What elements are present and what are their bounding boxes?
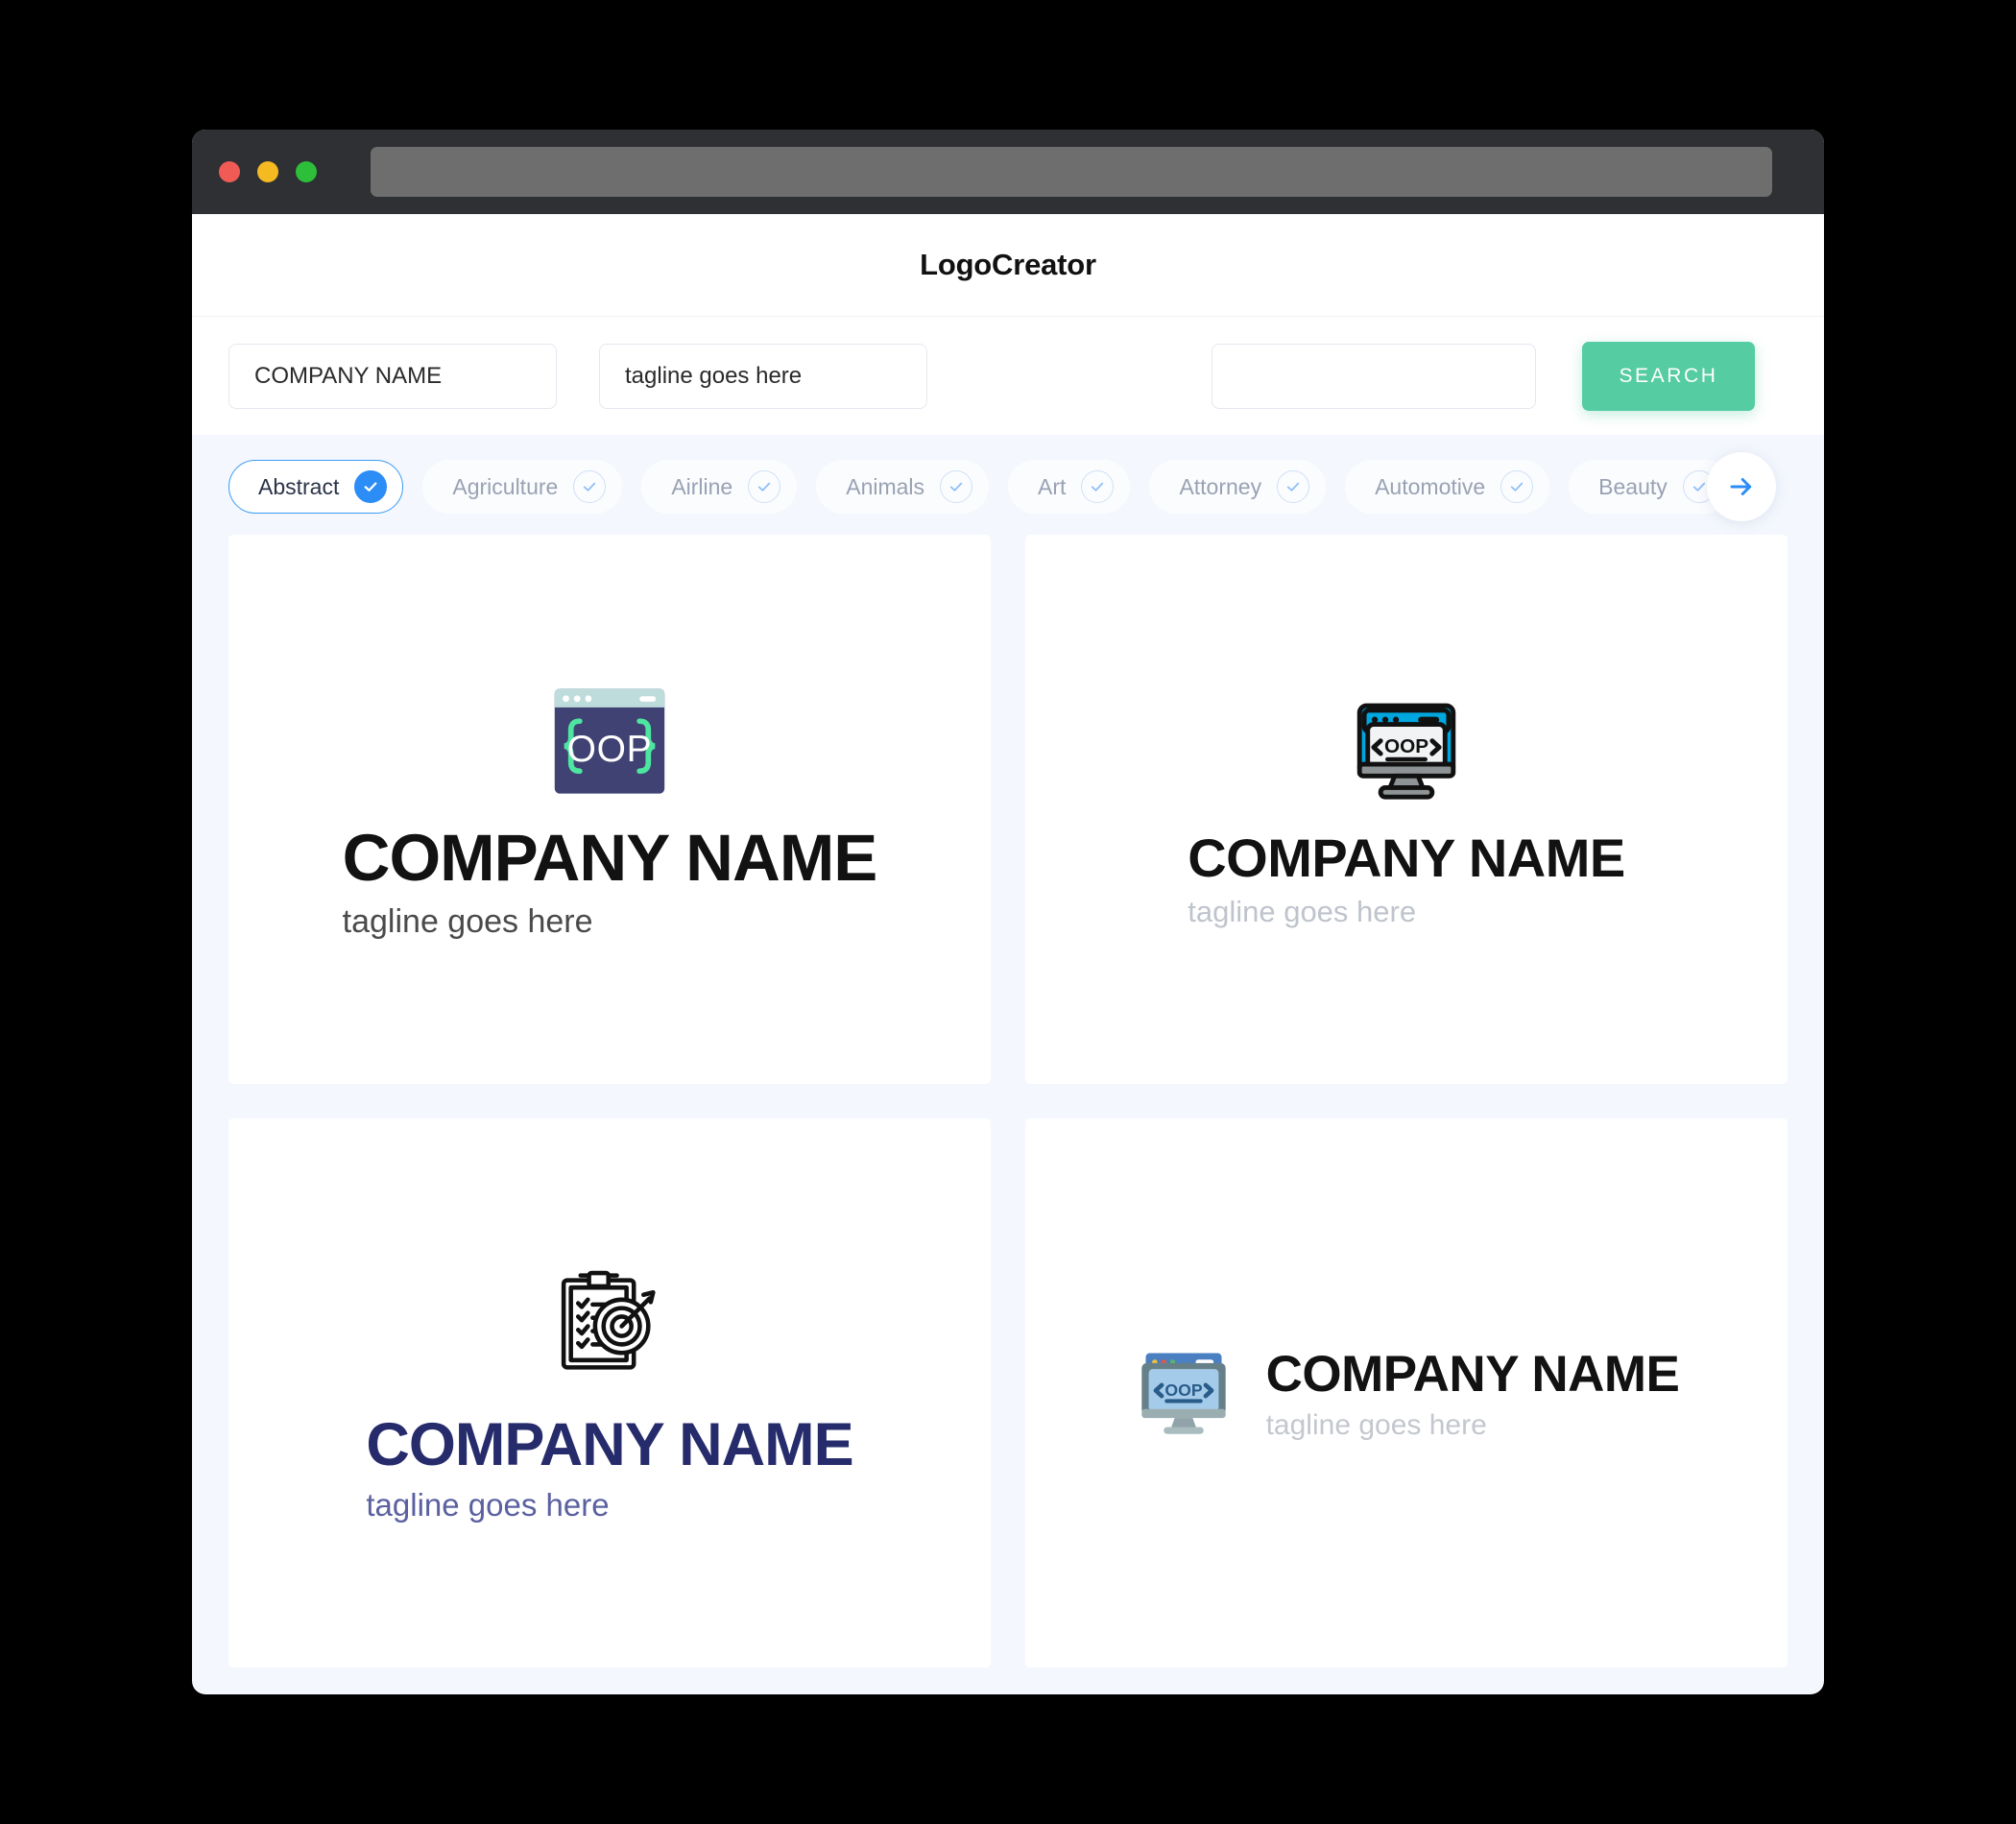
category-chip-label: Airline xyxy=(671,473,733,499)
check-icon xyxy=(584,482,596,492)
page-title: LogoCreator xyxy=(920,248,1096,281)
check-icon xyxy=(365,482,377,492)
category-chip-animals[interactable]: Animals xyxy=(816,460,990,514)
next-categories-button[interactable] xyxy=(1707,452,1776,521)
logo-preview: OOP COMPANY NAME tagline goes here xyxy=(1134,1341,1680,1446)
tagline-input[interactable] xyxy=(599,343,927,409)
clipboard-target-icon xyxy=(549,1263,670,1389)
arrow-right-icon xyxy=(1730,478,1752,495)
keyword-input[interactable] xyxy=(1212,343,1536,409)
category-chip-label: Automotive xyxy=(1375,473,1486,499)
logo-results-grid: OOP COMPANY NAME tagline goes here OOP C… xyxy=(192,535,1824,1694)
category-chip-airline[interactable]: Airline xyxy=(641,460,798,514)
flat-monitor-oop-icon: OOP xyxy=(1134,1341,1234,1446)
browser-window-oop-icon: OOP xyxy=(547,679,672,808)
logo-tagline: tagline goes here xyxy=(366,1486,610,1523)
logo-preview: OOP COMPANY NAME tagline goes here xyxy=(343,679,877,941)
category-chip-abstract[interactable]: Abstract xyxy=(228,460,404,514)
logo-tagline: tagline goes here xyxy=(1265,1408,1487,1441)
category-chip-label: Attorney xyxy=(1179,473,1262,499)
logo-preview: COMPANY NAME tagline goes here xyxy=(366,1263,854,1524)
logo-company-name: COMPANY NAME xyxy=(1265,1345,1680,1403)
logo-card[interactable]: OOP COMPANY NAME tagline goes here xyxy=(228,535,991,1084)
category-chip-check[interactable] xyxy=(940,470,973,503)
logo-company-name: COMPANY NAME xyxy=(366,1410,853,1478)
logo-card[interactable]: OOP COMPANY NAME tagline goes here xyxy=(1025,535,1788,1084)
search-toolbar: SEARCH xyxy=(192,316,1824,435)
category-chip-label: Agriculture xyxy=(452,473,559,499)
browser-titlebar xyxy=(192,130,1824,214)
check-icon xyxy=(949,482,963,492)
category-chip-agriculture[interactable]: Agriculture xyxy=(422,460,623,514)
category-chip-automotive[interactable]: Automotive xyxy=(1345,460,1550,514)
company-name-input[interactable] xyxy=(228,343,557,409)
category-chip-check[interactable] xyxy=(1081,470,1115,503)
logo-tagline: tagline goes here xyxy=(342,902,593,940)
logo-company-name: COMPANY NAME xyxy=(1188,828,1625,888)
category-chip-check[interactable] xyxy=(1500,470,1534,503)
category-chip-check[interactable] xyxy=(573,470,607,503)
check-icon xyxy=(1092,482,1104,492)
category-chip-list: Abstract Agriculture Airline Animals Art Atto… xyxy=(228,460,1824,514)
browser-window: LogoCreator SEARCH Abstract Agriculture Ai… xyxy=(192,130,1824,1694)
svg-text:OOP: OOP xyxy=(567,728,653,769)
category-chip-label: Beauty xyxy=(1598,473,1668,499)
svg-text:OOP: OOP xyxy=(1384,735,1428,757)
monitor-oop-icon: OOP xyxy=(1348,689,1465,811)
close-button[interactable] xyxy=(219,161,240,182)
check-icon xyxy=(1286,482,1300,492)
category-chip-check[interactable] xyxy=(1277,470,1310,503)
category-chip-label: Animals xyxy=(846,473,925,499)
maximize-button[interactable] xyxy=(296,161,317,182)
window-controls xyxy=(219,161,317,182)
check-icon xyxy=(758,482,771,492)
logo-card[interactable]: OOP COMPANY NAME tagline goes here xyxy=(1025,1118,1788,1668)
check-icon xyxy=(1692,482,1705,492)
category-filter-bar: Abstract Agriculture Airline Animals Art Atto… xyxy=(192,435,1824,535)
category-chip-check[interactable] xyxy=(748,470,781,503)
app-header: LogoCreator xyxy=(192,214,1824,316)
category-chip-attorney[interactable]: Attorney xyxy=(1149,460,1327,514)
url-bar[interactable] xyxy=(371,147,1772,197)
minimize-button[interactable] xyxy=(257,161,278,182)
category-chip-label: Abstract xyxy=(258,473,340,499)
logo-company-name: COMPANY NAME xyxy=(342,820,878,895)
logo-preview: OOP COMPANY NAME tagline goes here xyxy=(1188,689,1625,929)
logo-tagline: tagline goes here xyxy=(1188,895,1417,928)
svg-text:OOP: OOP xyxy=(1164,1380,1202,1400)
category-chip-art[interactable]: Art xyxy=(1008,460,1131,514)
logo-card[interactable]: COMPANY NAME tagline goes here xyxy=(228,1118,991,1668)
search-button[interactable]: SEARCH xyxy=(1582,341,1755,411)
category-chip-check[interactable] xyxy=(354,470,388,503)
check-icon xyxy=(1511,482,1524,492)
category-chip-label: Art xyxy=(1038,473,1067,499)
